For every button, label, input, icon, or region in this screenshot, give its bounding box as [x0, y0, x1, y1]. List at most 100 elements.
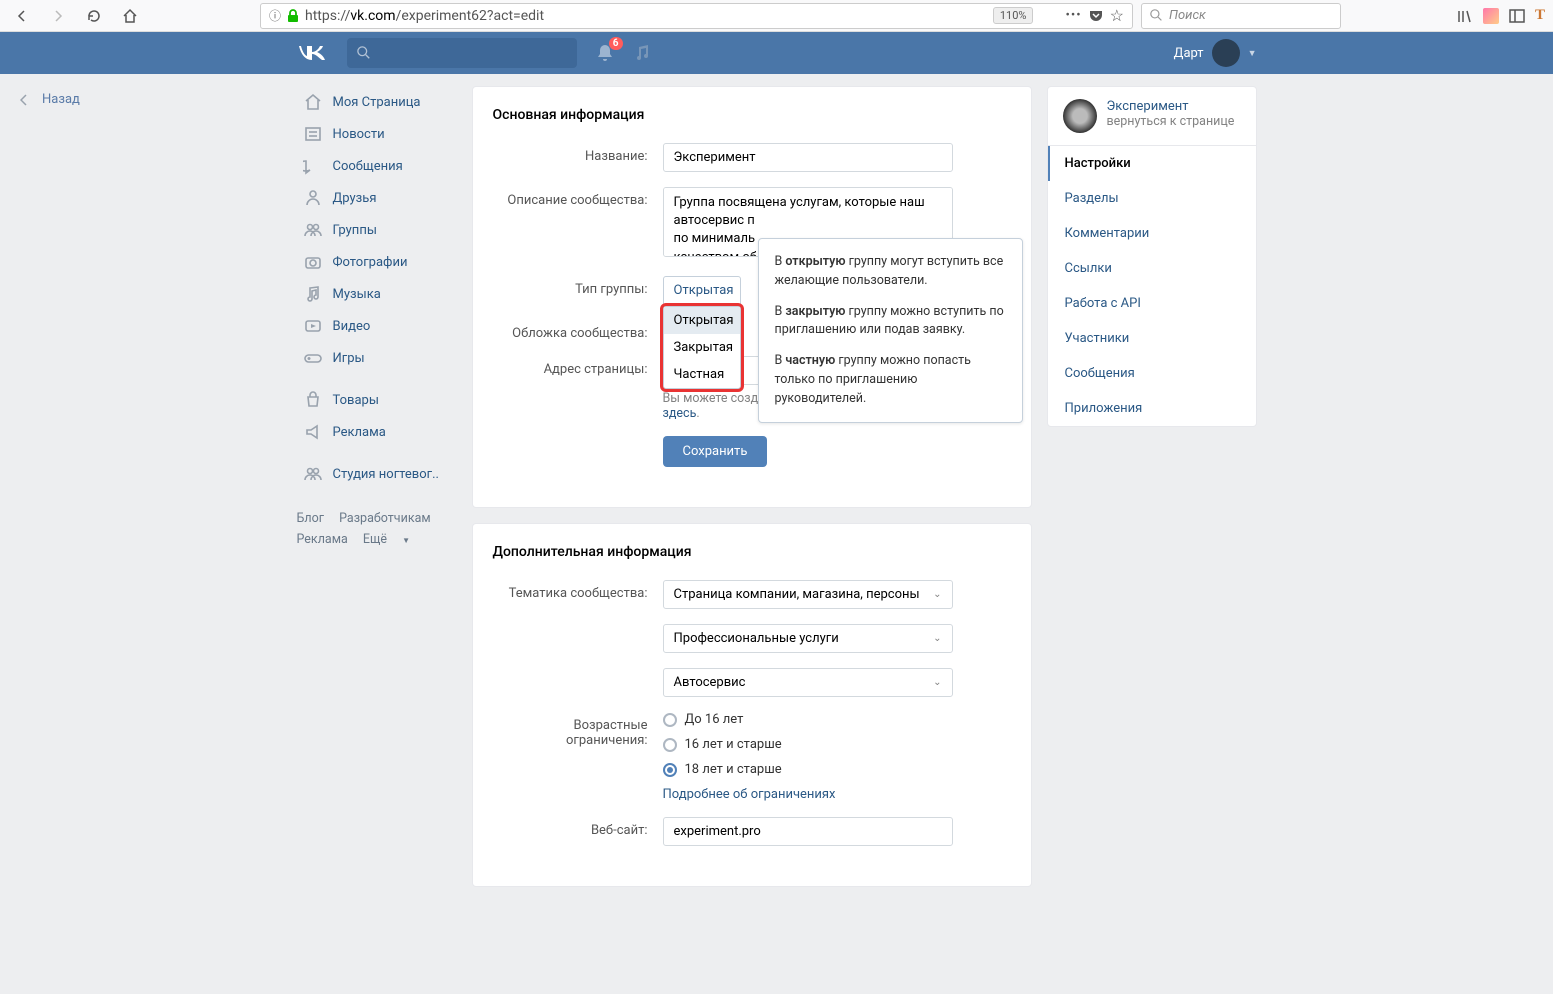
sidebar-item[interactable]: Новости — [297, 118, 457, 150]
save-button[interactable]: Сохранить — [663, 436, 768, 467]
search-placeholder: Поиск — [1169, 8, 1206, 23]
bookmark-icon[interactable]: ☆ — [1110, 6, 1124, 25]
footer-ads[interactable]: Реклама — [297, 532, 348, 547]
age-radio-0[interactable]: До 16 лет — [663, 712, 1011, 727]
age-radio-1[interactable]: 16 лет и старше — [663, 737, 1011, 752]
footer-blog[interactable]: Блог — [297, 511, 324, 526]
sidebar-item[interactable]: Сообщения — [297, 150, 457, 182]
news-icon — [303, 124, 323, 144]
desc-label: Описание сообщества: — [493, 187, 663, 208]
sidebar-item[interactable]: Реклама — [297, 416, 457, 448]
sidebar-item[interactable]: Фотографии — [297, 246, 457, 278]
settings-nav-item[interactable]: Комментарии — [1048, 216, 1256, 251]
age-radio-2[interactable]: 18 лет и старше — [663, 762, 1011, 777]
footer-devs[interactable]: Разработчикам — [339, 511, 431, 526]
topic-label: Тематика сообщества: — [493, 580, 663, 601]
lock-icon — [287, 9, 299, 23]
sidebar-item[interactable]: Игры — [297, 342, 457, 374]
groups-icon — [303, 220, 323, 240]
left-sidebar: Моя Страница Новости Сообщения Друзья Группы… — [297, 86, 457, 551]
sidebar-item-label: Фотографии — [333, 255, 408, 270]
ads-icon — [303, 422, 323, 442]
settings-nav-item[interactable]: Настройки — [1048, 146, 1256, 181]
panel-title: Дополнительная информация — [493, 544, 1011, 560]
music-icon — [303, 284, 323, 304]
type-option-open[interactable]: Открытая — [664, 307, 740, 334]
website-input[interactable] — [663, 817, 953, 846]
username: Дарт — [1174, 46, 1204, 61]
user-menu[interactable]: Дарт ▼ — [1174, 39, 1257, 67]
back-link[interactable]: Назад — [20, 92, 80, 107]
url-bar[interactable]: ⓘ https://vk.com/experiment62?act=edit 1… — [260, 3, 1133, 29]
vk-search-input[interactable] — [347, 38, 577, 68]
sidebar-item-label: Товары — [333, 393, 379, 408]
type-option-private[interactable]: Частная — [664, 361, 740, 388]
forward-button[interactable] — [44, 2, 72, 30]
sidebar-item[interactable]: Группы — [297, 214, 457, 246]
sidebar-item-label: Видео — [333, 319, 371, 334]
sidebar-item[interactable]: Товары — [297, 384, 457, 416]
radio-icon — [663, 738, 677, 752]
sidebar-item[interactable]: Друзья — [297, 182, 457, 214]
panel-title: Основная информация — [493, 107, 1011, 123]
extension-icon-2[interactable]: T — [1535, 7, 1545, 24]
extension-icon-1[interactable] — [1483, 8, 1499, 24]
sidebar-item-label: Реклама — [333, 425, 386, 440]
url-text: https://vk.com/experiment62?act=edit — [305, 8, 987, 24]
chevron-down-icon: ⌄ — [933, 589, 941, 600]
footer-more[interactable]: Ещё ▼ — [363, 532, 422, 547]
sidebar-item-label: Музыка — [333, 287, 381, 302]
sidebar-item-label: Новости — [333, 127, 385, 142]
games-icon — [303, 348, 323, 368]
address-label: Адрес страницы: — [493, 356, 663, 377]
sidebar-item[interactable]: Моя Страница — [297, 86, 457, 118]
home-icon — [303, 92, 323, 112]
back-button[interactable] — [8, 2, 36, 30]
settings-nav-item[interactable]: Работа с API — [1048, 286, 1256, 321]
sidebar-item[interactable]: Студия ногтевог.. — [297, 458, 457, 490]
topic-select[interactable]: Страница компании, магазина, персоны⌄ — [663, 580, 953, 609]
sidebar-item-label: Друзья — [333, 191, 377, 206]
reload-button[interactable] — [80, 2, 108, 30]
vk-header: 6 Дарт ▼ — [0, 32, 1553, 74]
name-label: Название: — [493, 143, 663, 164]
sticker-link[interactable]: здесь — [663, 406, 697, 421]
notifications-button[interactable]: 6 — [595, 43, 615, 63]
subtopic2-select[interactable]: Автосервис⌄ — [663, 668, 953, 697]
community-avatar — [1063, 99, 1097, 133]
subtopic-select[interactable]: Профессиональные услуги⌄ — [663, 624, 953, 653]
browser-toolbar: ⓘ https://vk.com/experiment62?act=edit 1… — [0, 0, 1553, 32]
name-input[interactable] — [663, 143, 953, 172]
notification-count: 6 — [609, 37, 623, 50]
zoom-indicator[interactable]: 110% — [993, 7, 1034, 24]
website-label: Веб-сайт: — [493, 817, 663, 838]
community-name: Эксперимент — [1107, 99, 1235, 114]
settings-nav-item[interactable]: Участники — [1048, 321, 1256, 356]
sidebar-item[interactable]: Видео — [297, 310, 457, 342]
search-icon — [357, 46, 371, 60]
music-button[interactable] — [633, 44, 651, 62]
friends-icon — [303, 188, 323, 208]
sidebar-item[interactable]: Музыка — [297, 278, 457, 310]
messages-icon — [303, 156, 323, 176]
more-icon[interactable]: ••• — [1065, 8, 1081, 23]
settings-nav-item[interactable]: Сообщения — [1048, 356, 1256, 391]
chevron-down-icon: ⌄ — [933, 677, 941, 688]
library-icon[interactable] — [1457, 8, 1473, 24]
community-header[interactable]: Эксперимент вернуться к странице — [1048, 87, 1256, 146]
sidebar-item-label: Игры — [333, 351, 365, 366]
pocket-icon[interactable] — [1088, 9, 1104, 23]
settings-nav-item[interactable]: Приложения — [1048, 391, 1256, 426]
home-button[interactable] — [116, 2, 144, 30]
settings-nav-item[interactable]: Ссылки — [1048, 251, 1256, 286]
browser-search[interactable]: Поиск — [1141, 3, 1341, 29]
age-link[interactable]: Подробнее об ограничениях — [663, 787, 836, 802]
community-back-link[interactable]: вернуться к странице — [1107, 114, 1235, 129]
type-option-closed[interactable]: Закрытая — [664, 334, 740, 361]
chevron-down-icon: ⌄ — [933, 633, 941, 644]
vk-logo[interactable] — [297, 44, 347, 62]
sidebar-icon[interactable] — [1509, 8, 1525, 24]
type-select[interactable]: Открытая — [663, 276, 741, 305]
extra-info-panel: Дополнительная информация Тематика сообщ… — [472, 523, 1032, 887]
settings-nav-item[interactable]: Разделы — [1048, 181, 1256, 216]
